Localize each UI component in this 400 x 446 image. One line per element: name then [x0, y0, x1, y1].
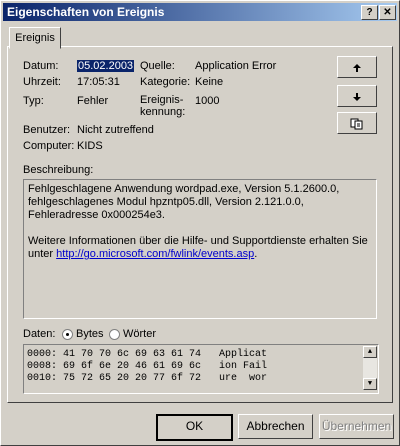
support-link[interactable]: http://go.microsoft.com/fwlink/events.as… — [56, 248, 254, 260]
description-text: Fehlgeschlagene Anwendung wordpad.exe, V… — [28, 183, 340, 221]
uhrzeit-label: Uhrzeit: — [23, 76, 61, 88]
ok-button[interactable]: OK — [156, 414, 233, 441]
kategorie-value: Keine — [195, 76, 224, 88]
apply-button[interactable]: Übernehmen — [319, 414, 394, 439]
datum-label: Datum: — [23, 60, 59, 72]
words-radio-label[interactable]: Wörter — [123, 328, 156, 340]
hex-line: 0010: 75 72 65 20 20 77 6f 72 ure wor — [27, 373, 268, 384]
copy-icon — [350, 118, 363, 130]
title-bar: Eigenschaften von Ereignis ? ✕ — [3, 3, 397, 21]
hex-line: 0000: 41 70 70 6c 69 63 61 74 Applicat — [27, 349, 268, 360]
support-info-suffix: . — [254, 248, 258, 260]
data-scrollbar[interactable]: ▲ ▼ — [363, 346, 377, 390]
hex-line: 0008: 69 6f 6e 20 46 61 69 6c ion Fail — [27, 361, 268, 372]
cancel-button[interactable]: Abbrechen — [238, 414, 313, 439]
typ-label: Typ: — [23, 95, 44, 107]
event-properties-dialog: Eigenschaften von Ereignis ? ✕ Ereignis … — [0, 0, 400, 446]
close-button[interactable]: ✕ — [379, 5, 396, 20]
words-radio[interactable] — [109, 329, 120, 340]
support-info-text: Weitere Informationen über die Hilfe- un… — [28, 235, 372, 261]
description-label: Beschreibung: — [23, 164, 94, 176]
next-event-button[interactable] — [337, 85, 377, 107]
datum-value-text: 05.02.2003 — [77, 60, 135, 72]
help-button[interactable]: ? — [361, 5, 378, 20]
uhrzeit-value: 17:05:31 — [77, 76, 120, 88]
benutzer-label: Benutzer: — [23, 124, 71, 136]
window-title: Eigenschaften von Ereignis — [7, 5, 165, 19]
previous-event-button[interactable] — [337, 56, 377, 78]
tab-ereignis[interactable]: Ereignis — [9, 27, 61, 49]
quelle-value: Application Error — [195, 60, 277, 72]
copy-button[interactable] — [337, 112, 377, 134]
quelle-label: Quelle: — [140, 60, 175, 72]
description-textbox[interactable]: Fehlgeschlagene Anwendung wordpad.exe, V… — [23, 179, 377, 319]
arrow-up-icon — [353, 63, 361, 72]
data-label: Daten: — [23, 328, 56, 340]
data-hex-box[interactable]: 0000: 41 70 70 6c 69 63 61 74 Applicat 0… — [23, 344, 379, 394]
bytes-radio[interactable] — [62, 329, 73, 340]
computer-value: KIDS — [77, 140, 103, 152]
arrow-down-icon — [353, 92, 361, 101]
scroll-up-button[interactable]: ▲ — [363, 346, 377, 358]
bytes-radio-label[interactable]: Bytes — [76, 328, 104, 340]
scroll-down-button[interactable]: ▼ — [363, 378, 377, 390]
benutzer-value: Nicht zutreffend — [77, 124, 154, 136]
computer-label: Computer: — [23, 140, 75, 152]
kategorie-label: Kategorie: — [140, 76, 191, 88]
ereigniskennung-value: 1000 — [195, 95, 220, 107]
datum-value[interactable]: 05.02.2003 — [77, 60, 135, 72]
ereigniskennung-label-1: Ereignis- — [140, 94, 184, 106]
ereigniskennung-label-2: kennung: — [140, 106, 186, 118]
typ-value: Fehler — [77, 95, 109, 107]
